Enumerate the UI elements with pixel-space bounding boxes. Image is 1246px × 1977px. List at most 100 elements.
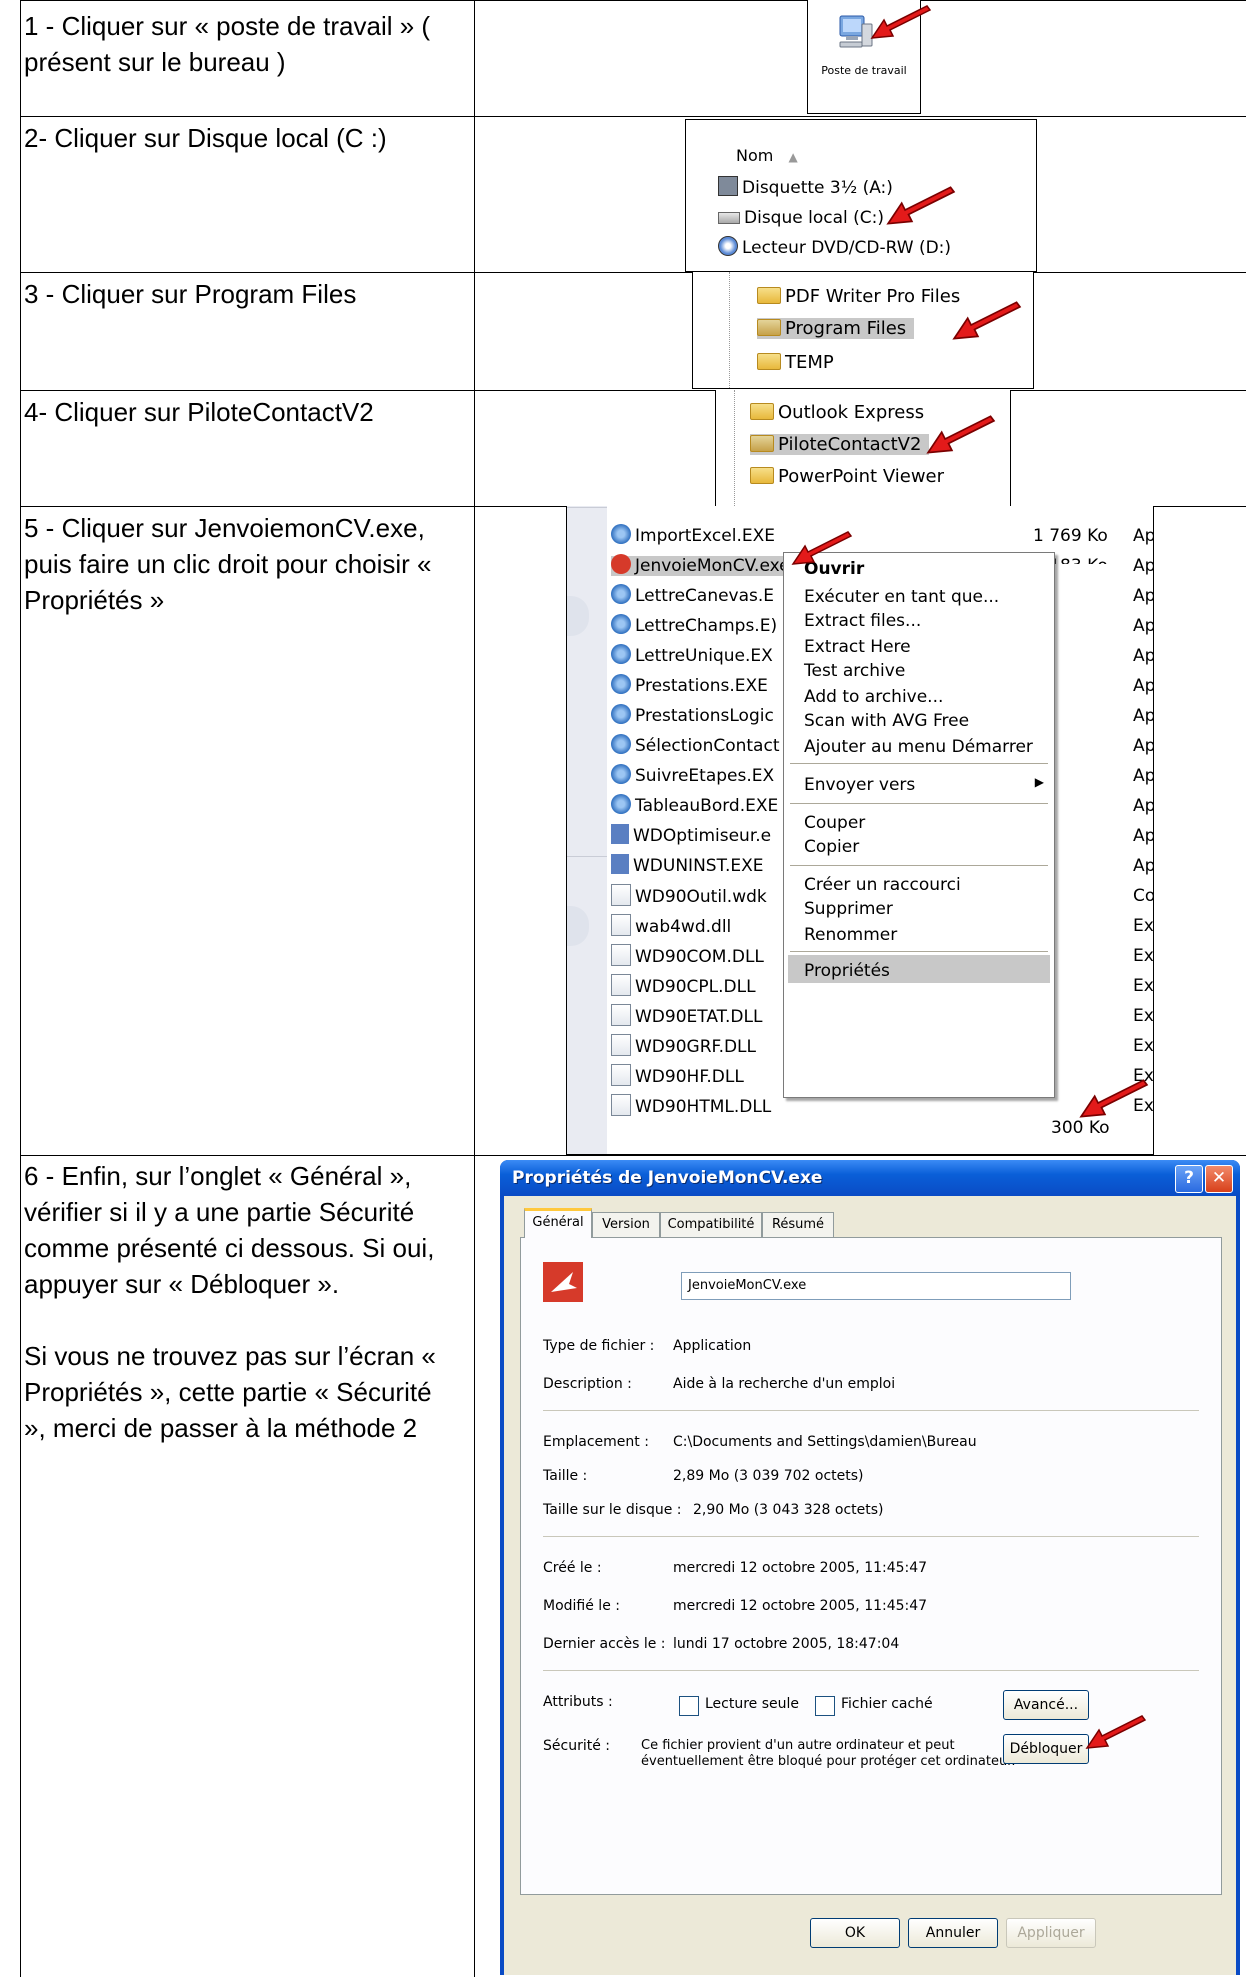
file-icon: [611, 974, 631, 996]
cancel-button[interactable]: Annuler: [908, 1918, 998, 1948]
red-arrow-icon: [926, 415, 996, 454]
file-icon: [611, 674, 631, 694]
file-row[interactable]: WD90HTML.DLL: [611, 1094, 771, 1118]
file-icon: [611, 914, 631, 936]
file-type: Ap: [1133, 646, 1154, 666]
menu-item-test-archive[interactable]: Test archive: [804, 661, 905, 681]
drive-item-local-disk[interactable]: Disque local (C:): [718, 208, 884, 228]
file-row[interactable]: JenvoieMonCV.exe: [611, 554, 796, 576]
readonly-checkbox[interactable]: [679, 1696, 699, 1716]
submenu-arrow-icon: ▶: [1034, 775, 1044, 789]
menu-item-extract-here[interactable]: Extract Here: [804, 637, 911, 657]
filename-field[interactable]: JenvoieMonCV.exe: [681, 1272, 1071, 1300]
file-name: WD90COM.DLL: [635, 947, 764, 967]
folder-powerpoint-viewer[interactable]: PowerPoint Viewer: [750, 466, 944, 487]
file-row[interactable]: WD90COM.DLL: [611, 944, 764, 968]
menu-item-run-as[interactable]: Exécuter en tant que...: [804, 587, 999, 607]
file-row[interactable]: WD90ETAT.DLL: [611, 1004, 763, 1028]
red-arrow-icon: [1085, 1715, 1147, 1749]
file-icon: [611, 1034, 631, 1056]
menu-item-add-archive[interactable]: Add to archive...: [804, 687, 943, 707]
file-row[interactable]: LettreCanevas.E: [611, 584, 774, 606]
tab-version[interactable]: Version: [592, 1212, 660, 1238]
file-row[interactable]: WDOptimiseur.e: [611, 824, 771, 846]
file-type: Ap: [1133, 526, 1154, 546]
file-icon: [611, 1094, 631, 1116]
menu-item-scan-avg[interactable]: Scan with AVG Free: [804, 711, 969, 731]
menu-item-create-shortcut[interactable]: Créer un raccourci: [804, 875, 961, 895]
menu-item-properties[interactable]: Propriétés: [804, 961, 890, 981]
menu-item-send-to[interactable]: Envoyer vers ▶: [804, 775, 1044, 795]
dvd-drive-icon: [718, 236, 738, 256]
accessed-label: Dernier accès le :: [543, 1636, 666, 1652]
folder-icon: [757, 352, 781, 370]
menu-item-delete[interactable]: Supprimer: [804, 899, 893, 919]
folder-temp[interactable]: TEMP: [757, 352, 834, 373]
file-name: SélectionContact: [635, 736, 780, 756]
file-row[interactable]: TableauBord.EXE: [611, 794, 778, 816]
file-icon: [611, 854, 629, 874]
file-row[interactable]: SuivreEtapes.EX: [611, 764, 775, 786]
file-icon: [611, 764, 631, 784]
red-arrow-icon: [952, 301, 1022, 340]
ok-button[interactable]: OK: [810, 1918, 900, 1948]
tab-compatibility[interactable]: Compatibilité: [660, 1212, 762, 1238]
apply-button[interactable]: Appliquer: [1006, 1918, 1096, 1948]
menu-item-copy[interactable]: Copier: [804, 837, 859, 857]
file-row[interactable]: Prestations.EXE: [611, 674, 768, 696]
folder-program-files[interactable]: Program Files: [757, 318, 915, 339]
close-button[interactable]: ✕: [1205, 1165, 1233, 1193]
menu-item-cut[interactable]: Couper: [804, 813, 865, 833]
file-row[interactable]: LettreChamps.E): [611, 614, 777, 636]
description-label: Description :: [543, 1376, 632, 1392]
file-row[interactable]: WD90GRF.DLL: [611, 1034, 757, 1058]
file-row[interactable]: WDUNINST.EXE: [611, 854, 763, 876]
tab-general[interactable]: Général: [524, 1208, 592, 1238]
tab-panel-general: JenvoieMonCV.exe Type de fichier : Appli…: [520, 1237, 1222, 1895]
file-name: wab4wd.dll: [635, 917, 732, 937]
column-header-name[interactable]: Nom ▲: [736, 146, 798, 165]
file-icon: [611, 614, 631, 634]
floppy-icon: [718, 176, 738, 196]
folder-icon: [757, 318, 781, 336]
file-icon: [611, 704, 631, 724]
folder-outlook-express[interactable]: Outlook Express: [750, 402, 924, 423]
tab-summary[interactable]: Résumé: [762, 1212, 834, 1238]
menu-item-add-start[interactable]: Ajouter au menu Démarrer: [804, 737, 1033, 757]
file-type: Ex: [1133, 946, 1154, 966]
drive-item-dvd[interactable]: Lecteur DVD/CD-RW (D:): [718, 236, 951, 258]
file-row[interactable]: WD90CPL.DLL: [611, 974, 756, 998]
file-row[interactable]: wab4wd.dll: [611, 914, 732, 938]
folder-pdf-writer[interactable]: PDF Writer Pro Files: [757, 286, 960, 307]
file-name: Prestations.EXE: [635, 676, 768, 696]
file-row[interactable]: WD90HF.DLL: [611, 1064, 744, 1088]
folder-pilotecontactv2[interactable]: PiloteContactV2: [750, 434, 930, 455]
file-type: Ex: [1133, 976, 1154, 996]
row-divider-3: [20, 390, 1246, 391]
file-name: WD90GRF.DLL: [635, 1037, 757, 1057]
file-name: SuivreEtapes.EX: [635, 766, 775, 786]
drive-item-floppy[interactable]: Disquette 3½ (A:): [718, 176, 893, 198]
unblock-button[interactable]: Débloquer: [1003, 1734, 1089, 1764]
red-arrow-icon: [870, 5, 932, 39]
file-type: Ap: [1133, 616, 1154, 636]
file-row[interactable]: PrestationsLogic: [611, 704, 774, 726]
file-name: LettreUnique.EX: [635, 646, 773, 666]
file-name: WD90ETAT.DLL: [635, 1007, 763, 1027]
security-label: Sécurité :: [543, 1738, 610, 1754]
hidden-checkbox[interactable]: [815, 1696, 835, 1716]
security-text-2: éventuellement être bloqué pour protéger…: [641, 1754, 1016, 1769]
created-label: Créé le :: [543, 1560, 602, 1576]
file-row[interactable]: LettreUnique.EX: [611, 644, 773, 666]
context-menu: Ouvrir Exécuter en tant que... Extract f…: [783, 552, 1055, 1098]
menu-item-rename[interactable]: Renommer: [804, 925, 897, 945]
advanced-button[interactable]: Avancé...: [1003, 1690, 1089, 1720]
location-label: Emplacement :: [543, 1434, 649, 1450]
file-type: Ap: [1133, 736, 1154, 756]
menu-item-extract-files[interactable]: Extract files...: [804, 611, 921, 631]
file-row[interactable]: SélectionContact: [611, 734, 780, 756]
file-row[interactable]: WD90Outil.wdk: [611, 884, 767, 908]
security-text-1: Ce fichier provient d'un autre ordinateu…: [641, 1738, 955, 1753]
help-button[interactable]: ?: [1175, 1165, 1203, 1193]
file-row[interactable]: ImportExcel.EXE: [611, 524, 775, 546]
